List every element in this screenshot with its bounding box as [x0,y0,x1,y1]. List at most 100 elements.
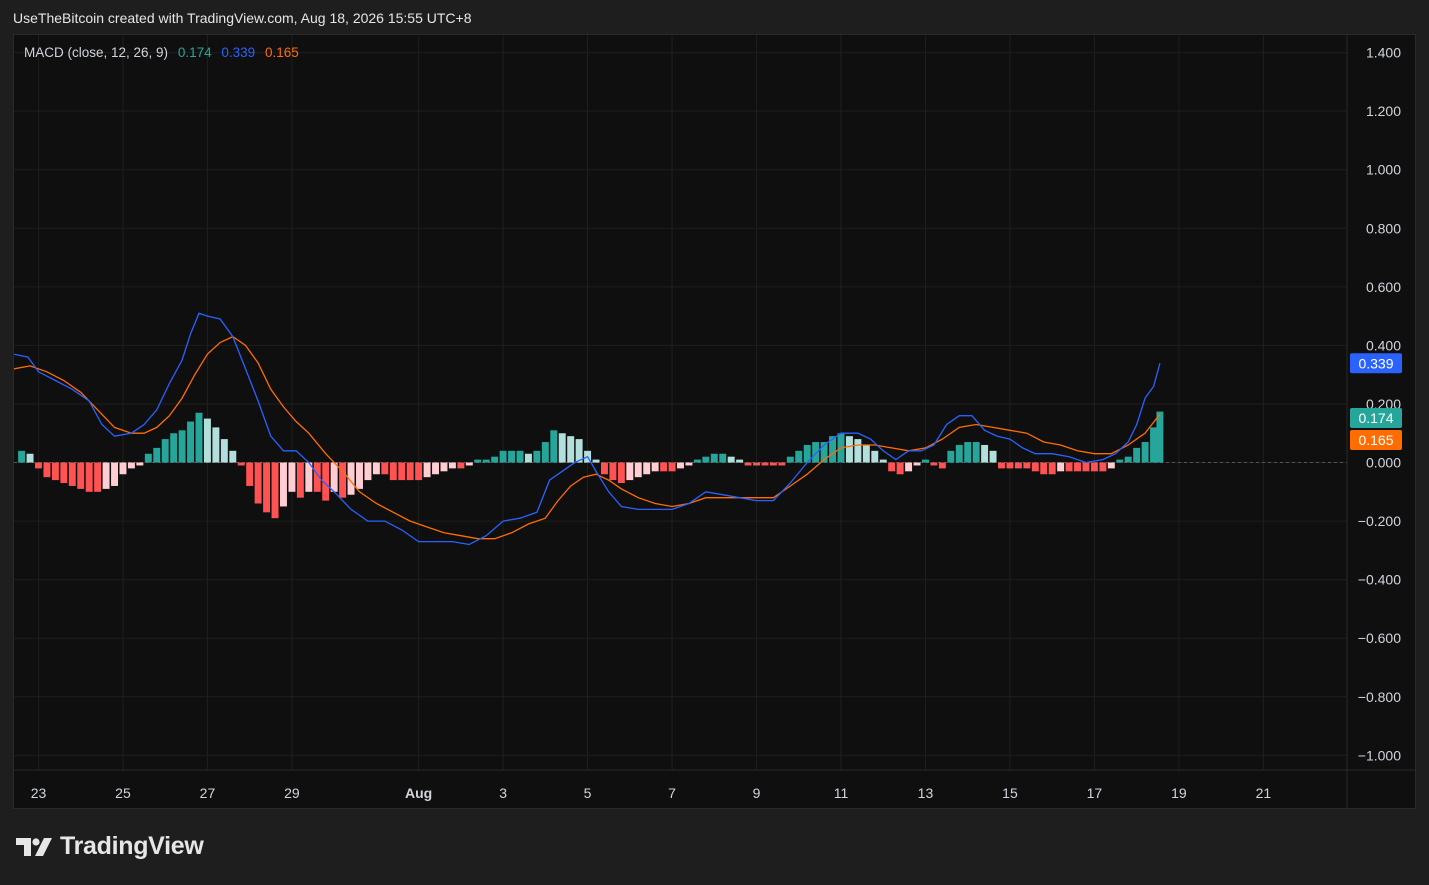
histogram-bar [237,462,245,466]
histogram-bar [339,462,347,498]
histogram-bar [778,462,786,466]
histogram-bar [51,462,59,481]
histogram-bar [1074,462,1082,472]
histogram-bar [938,462,946,469]
histogram-bar [812,442,820,463]
histogram-bar [786,456,794,463]
histogram-bar [922,459,929,463]
histogram-bar [102,462,110,489]
histogram-bar [1082,462,1090,472]
histogram-bar [989,450,997,463]
histogram-bar [769,462,777,466]
histogram-bar [1006,462,1014,469]
histogram-bar [178,430,186,463]
y-tick-label: 0.400 [1366,337,1401,353]
histogram-bar [567,436,575,463]
histogram-bar [153,447,161,463]
histogram-bar [609,462,617,481]
histogram-bar [432,462,439,475]
histogram-bar [888,462,896,472]
histogram-bar [423,462,431,478]
histogram-bar [710,453,718,463]
tradingview-logo[interactable]: TradingView [16,832,204,861]
macd-legend-value: 0.339 [221,45,256,60]
x-tick-label: 29 [284,785,300,801]
x-tick-label: 11 [834,785,849,801]
histogram-bar [1057,462,1065,472]
x-tick-label: 19 [1171,785,1187,801]
histogram-bar [668,462,676,472]
histogram-bar [1048,462,1056,475]
histogram-bar [203,418,211,463]
histogram-bar [499,450,507,463]
histogram-bar [972,442,980,463]
y-tick-label: 0.800 [1366,220,1401,236]
histogram-bar [913,462,921,466]
signal-line [14,335,1161,540]
x-tick-label: 17 [1087,785,1103,801]
histogram-bar [43,462,51,478]
y-tick-label: 1.400 [1366,45,1401,61]
y-tick-label: 0.600 [1366,279,1401,295]
x-tick-label: 27 [200,785,216,801]
histogram-bar [136,462,144,466]
x-tick-label: 23 [31,785,47,801]
histogram-bar [415,462,423,481]
histogram-bar [474,459,482,463]
histogram-bar [845,436,853,463]
histogram-bar [389,462,397,481]
histogram-bar [254,462,262,504]
histogram-bar [465,462,473,466]
y-tick-label: 1.000 [1366,162,1401,178]
histogram-bar [94,462,102,492]
histogram-bar [955,444,963,463]
histogram-bar [356,462,363,489]
histogram-bar [1116,459,1124,463]
chart-attribution: UseTheBitcoin created with TradingView.c… [13,10,472,26]
histogram-bar [457,462,465,469]
x-tick-label: 13 [918,785,934,801]
histogram-bar [60,462,68,484]
histogram-bar [592,459,600,463]
x-tick-label: Aug [405,785,432,801]
histogram-bar [879,459,887,463]
last-value-label-macd: 0.339 [1358,355,1393,371]
histogram-bar [212,427,220,463]
histogram-bar [229,450,237,463]
histogram-bar [795,450,803,463]
histogram-bar [617,462,625,484]
histogram-bar [685,462,693,466]
indicator-legend[interactable]: MACD (close, 12, 26, 9) 0.174 0.339 0.16… [24,45,305,60]
histogram-bar [119,462,127,475]
histogram-bar [947,450,955,463]
histogram-bar [753,462,761,466]
histogram-bar [744,462,752,466]
histogram-bar [288,462,296,492]
histogram-bar [161,439,169,463]
histogram-bar [660,462,668,472]
histogram-bar [35,462,42,469]
histogram-bar [448,462,456,469]
macd-chart[interactable]: 1.4001.2001.0000.8000.6000.4000.2000.000… [14,35,1415,808]
histogram-bar [964,442,972,463]
histogram-bar [68,462,76,486]
x-tick-label: 3 [499,785,507,801]
x-tick-label: 21 [1256,785,1272,801]
histogram-bar [1150,427,1158,463]
signal-legend-value: 0.165 [264,45,299,60]
histogram-bar [702,456,710,463]
histogram-bar [26,453,34,463]
histogram-bar [18,450,26,463]
y-tick-label: 1.200 [1366,103,1401,119]
histogram-bar [1090,462,1098,472]
histogram-bar [491,456,499,463]
histogram-bar [1031,462,1039,472]
histogram-bar [693,459,701,463]
chart-panel[interactable]: 1.400 1.200 1.000 0.800 0.600 0.400 0.200 0.000… [13,34,1416,809]
y-tick-label: −1.000 [1358,747,1401,763]
histogram-bar [677,462,684,469]
histogram-bar [1014,462,1022,469]
histogram-bar [296,462,304,498]
y-tick-label: −0.600 [1358,630,1401,646]
histogram-bar [905,462,913,472]
